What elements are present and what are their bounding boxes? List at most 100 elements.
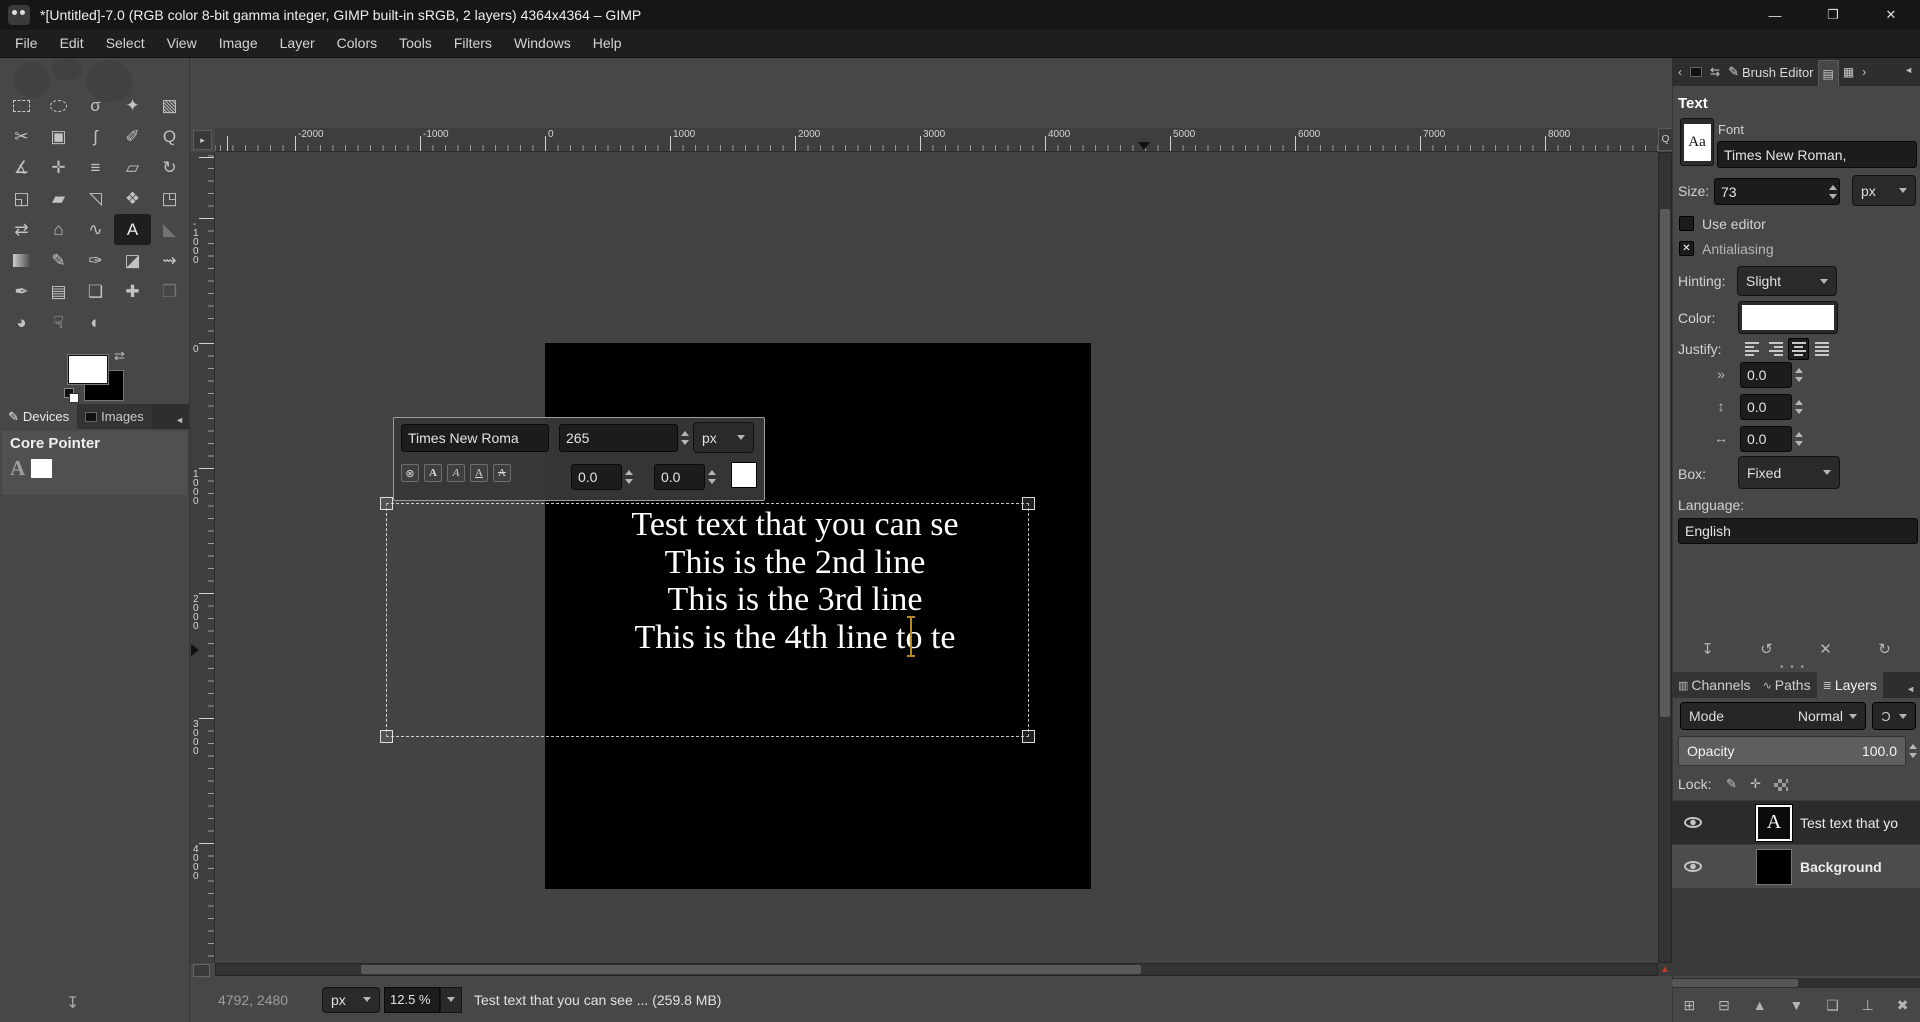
text-box-handle[interactable] <box>1022 730 1035 743</box>
tool-color-picker[interactable]: ✐ <box>114 121 151 152</box>
horizontal-ruler[interactable]: -2000-1000010002000300040005000600070008… <box>215 128 1658 152</box>
indent-field[interactable]: 0.0 <box>1740 362 1792 388</box>
menu-image[interactable]: Image <box>208 30 269 57</box>
tool-transform-3d[interactable]: ◳ <box>151 183 188 214</box>
text-color-button[interactable] <box>1738 301 1838 334</box>
justify-fill-button[interactable] <box>1812 338 1833 360</box>
lock-position-icon[interactable]: ✛ <box>1750 776 1761 792</box>
new-layer-button[interactable]: ⊞ <box>1683 997 1695 1014</box>
tool-perspective-clone[interactable]: ❐ <box>151 276 188 307</box>
vertical-ruler[interactable]: -100001000200030004000 <box>190 152 215 963</box>
tool-warp-transform[interactable]: ∿ <box>77 214 114 245</box>
tab-brush-editor[interactable]: ✎ Brush Editor <box>1724 58 1817 86</box>
tool-paintbrush[interactable]: ✑ <box>77 245 114 276</box>
justify-right-button[interactable] <box>1765 338 1786 360</box>
menu-file[interactable]: File <box>4 30 49 57</box>
minimize-button[interactable]: — <box>1746 0 1804 30</box>
justify-left-button[interactable] <box>1742 338 1763 360</box>
kerning-spinner[interactable] <box>705 464 719 490</box>
reset-colors-icon[interactable] <box>64 388 78 402</box>
line-spacing-spinner[interactable] <box>1792 394 1806 420</box>
swap-colors-icon[interactable]: ⇄ <box>114 348 125 364</box>
text-box-outline[interactable] <box>386 503 1029 737</box>
layer-thumbnail[interactable]: A <box>1756 805 1792 841</box>
tab-channels[interactable]: ▥ Channels <box>1672 672 1757 698</box>
tab-devices[interactable]: ✎ Devices <box>0 404 77 429</box>
scroll-handle[interactable] <box>1672 979 1798 987</box>
delete-layer-button[interactable]: ✖ <box>1897 997 1909 1014</box>
text-font-field[interactable]: Times New Roma <box>401 424 549 452</box>
font-size-unit-dropdown[interactable]: px <box>1852 175 1916 206</box>
quick-mask-button[interactable] <box>193 964 210 977</box>
save-device-status-icon[interactable]: ↧ <box>66 993 79 1013</box>
dock-menu-icon[interactable]: ◄ <box>1906 684 1920 698</box>
text-unit-dropdown[interactable]: px <box>693 422 754 453</box>
tool-bucket-fill[interactable]: ◣ <box>151 214 188 245</box>
tab-tool-options[interactable]: ▤ <box>1818 60 1839 86</box>
opacity-spinner[interactable] <box>1906 736 1920 766</box>
tool-align[interactable]: ≡ <box>77 152 114 183</box>
baseline-spinner[interactable] <box>622 464 636 490</box>
save-settings-button[interactable]: ↧ <box>1701 640 1714 658</box>
menu-colors[interactable]: Colors <box>326 30 388 57</box>
menu-select[interactable]: Select <box>95 30 156 57</box>
language-field[interactable]: English <box>1678 518 1918 544</box>
letter-spacing-spinner[interactable] <box>1792 426 1806 452</box>
tool-pencil[interactable]: ✎ <box>40 245 77 276</box>
layer-thumbnail[interactable] <box>1756 849 1792 885</box>
clear-style-button[interactable]: ⊗ <box>401 464 419 482</box>
underline-button[interactable]: A <box>470 464 488 482</box>
antialiasing-label[interactable]: Antialiasing <box>1702 241 1774 257</box>
zoom-follow-window-button[interactable]: Q <box>1658 128 1673 151</box>
navigation-preview-button[interactable]: ▲ <box>1658 963 1672 976</box>
tool-handle-transform[interactable]: ❖ <box>114 183 151 214</box>
font-preview-button[interactable]: Aa <box>1680 118 1714 166</box>
dock-back-button[interactable]: ‹ <box>1674 58 1686 86</box>
anchor-layer-button[interactable]: ⊥ <box>1862 997 1874 1014</box>
tool-dodge-burn[interactable]: ◐ <box>77 307 114 338</box>
text-size-field[interactable]: 265 <box>559 424 678 452</box>
vertical-scrollbar[interactable] <box>1658 152 1672 963</box>
tool-airbrush[interactable]: ⇝ <box>151 245 188 276</box>
device-color-swatch[interactable] <box>31 459 52 478</box>
menu-tools[interactable]: Tools <box>388 30 443 57</box>
lock-pixels-icon[interactable]: ✎ <box>1726 776 1737 792</box>
tool-smudge[interactable]: ☟ <box>40 307 77 338</box>
size-spinner[interactable] <box>678 424 692 452</box>
tool-crop[interactable]: ▱ <box>114 152 151 183</box>
menu-layer[interactable]: Layer <box>269 30 326 57</box>
layer-list-scrollbar[interactable] <box>1672 978 1920 988</box>
tool-fuzzy-select[interactable]: ✦ <box>114 90 151 121</box>
tool-rectangle-select[interactable] <box>3 90 40 121</box>
menu-filters[interactable]: Filters <box>443 30 503 57</box>
lock-alpha-icon[interactable] <box>1774 779 1788 791</box>
new-layer-group-button[interactable]: ⊟ <box>1718 997 1730 1014</box>
text-box-handle[interactable] <box>380 730 393 743</box>
text-box-handle[interactable] <box>380 497 393 510</box>
tool-foreground-select[interactable]: ▣ <box>40 121 77 152</box>
layer-mode-switch-button[interactable]: Ɔ <box>1872 702 1916 730</box>
layer-mode-dropdown[interactable]: Mode Normal <box>1680 702 1866 730</box>
dock-forward-button[interactable]: › <box>1858 58 1870 86</box>
box-mode-dropdown[interactable]: Fixed <box>1738 456 1840 489</box>
justify-center-button[interactable] <box>1788 338 1809 360</box>
vscroll-handle[interactable] <box>1660 209 1670 717</box>
tool-select-by-color[interactable]: ▧ <box>151 90 188 121</box>
indent-spinner[interactable] <box>1792 362 1806 388</box>
layer-row-background[interactable]: Background <box>1672 845 1920 888</box>
close-button[interactable]: ✕ <box>1862 0 1920 30</box>
tool-scale[interactable]: ◱ <box>3 183 40 214</box>
restore-settings-button[interactable]: ↺ <box>1760 640 1773 658</box>
reset-settings-button[interactable]: ↻ <box>1878 640 1891 658</box>
duplicate-layer-button[interactable]: ❏ <box>1826 997 1839 1014</box>
baseline-field[interactable]: 0.0 <box>571 464 622 490</box>
zoom-dropdown-button[interactable] <box>440 987 462 1013</box>
tool-swap-tab[interactable]: ⇆ <box>1706 58 1724 86</box>
tool-flip[interactable]: ⇄ <box>3 214 40 245</box>
restore-button[interactable]: ❐ <box>1804 0 1862 30</box>
dock-menu-icon[interactable]: ◄ <box>175 415 189 429</box>
font-size-field[interactable]: 73 <box>1714 178 1840 205</box>
italic-button[interactable]: A <box>447 464 465 482</box>
tool-blur-sharpen[interactable]: ◕ <box>3 307 40 338</box>
menu-edit[interactable]: Edit <box>49 30 95 57</box>
